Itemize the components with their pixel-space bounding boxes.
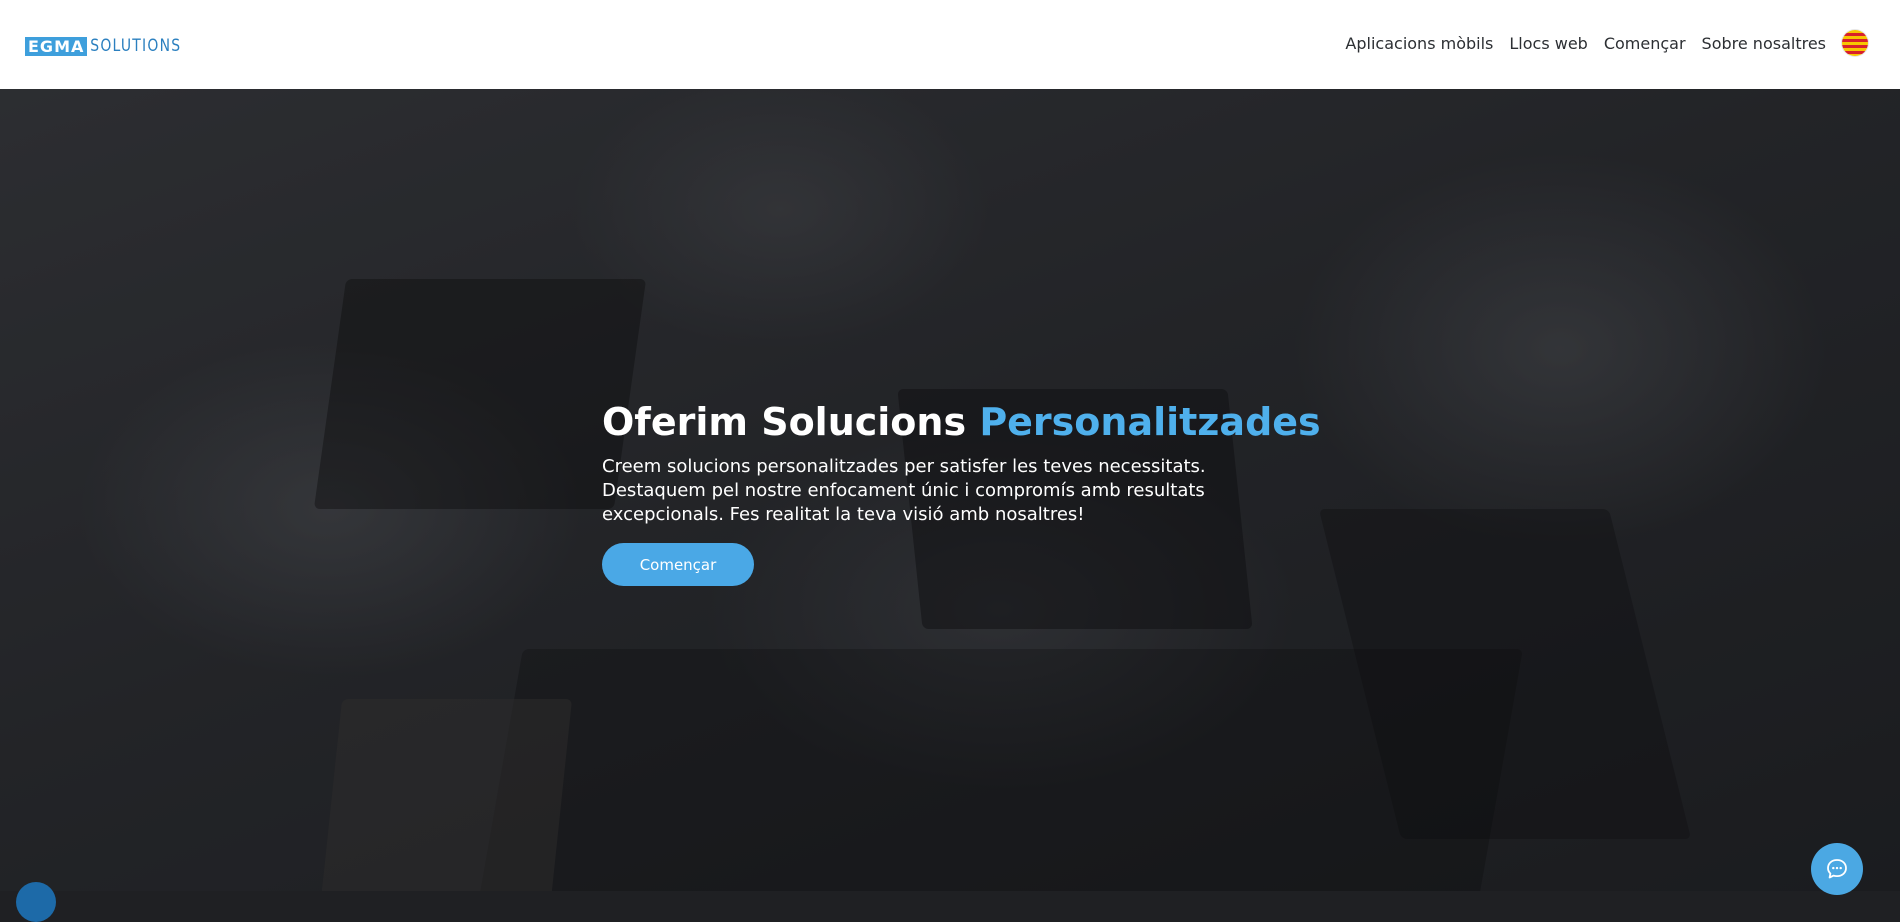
logo-egma-text: EGMA: [25, 36, 88, 56]
hero-content: Oferim Solucions Personalitzades Creem s…: [602, 399, 1321, 586]
hero-title: Oferim Solucions Personalitzades: [602, 399, 1321, 445]
hero-title-main: Oferim Solucions: [602, 400, 980, 444]
chat-bubble-icon: [1827, 859, 1847, 879]
nav-link-get-started[interactable]: Començar: [1604, 34, 1686, 53]
nav-link-mobile-apps[interactable]: Aplicacions mòbils: [1345, 34, 1493, 53]
nav-link-websites[interactable]: Llocs web: [1509, 34, 1587, 53]
get-started-button[interactable]: Començar: [602, 543, 754, 586]
catalan-flag-icon[interactable]: [1842, 30, 1868, 56]
corner-widget-icon[interactable]: [16, 882, 56, 922]
chat-button[interactable]: [1811, 843, 1863, 895]
main-navigation: Aplicacions mòbils Llocs web Començar So…: [1345, 30, 1868, 56]
hero-description: Creem solucions personalitzades per sati…: [602, 456, 1206, 525]
site-header: EGMA SOLUTIONS Aplicacions mòbils Llocs …: [0, 0, 1900, 89]
site-logo[interactable]: EGMA SOLUTIONS: [25, 36, 202, 56]
hero-section: Oferim Solucions Personalitzades Creem s…: [0, 89, 1900, 891]
logo-solutions-text: SOLUTIONS: [90, 36, 182, 56]
hero-title-accent: Personalitzades: [979, 400, 1321, 444]
nav-link-about-us[interactable]: Sobre nosaltres: [1702, 34, 1826, 53]
